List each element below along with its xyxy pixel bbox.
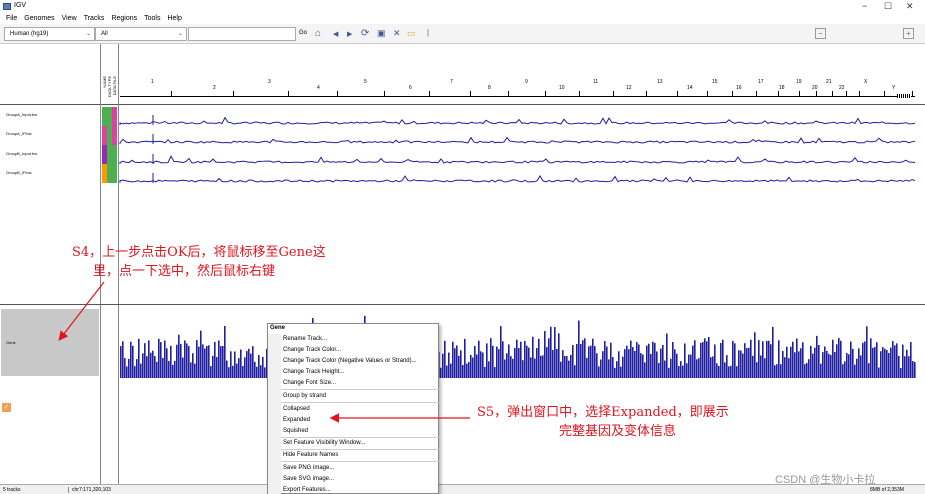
annotation-arrows xyxy=(58,281,470,423)
watermark: CSDN @生物小卡拉 xyxy=(775,474,876,486)
arrow-to-gene-track xyxy=(58,281,105,341)
